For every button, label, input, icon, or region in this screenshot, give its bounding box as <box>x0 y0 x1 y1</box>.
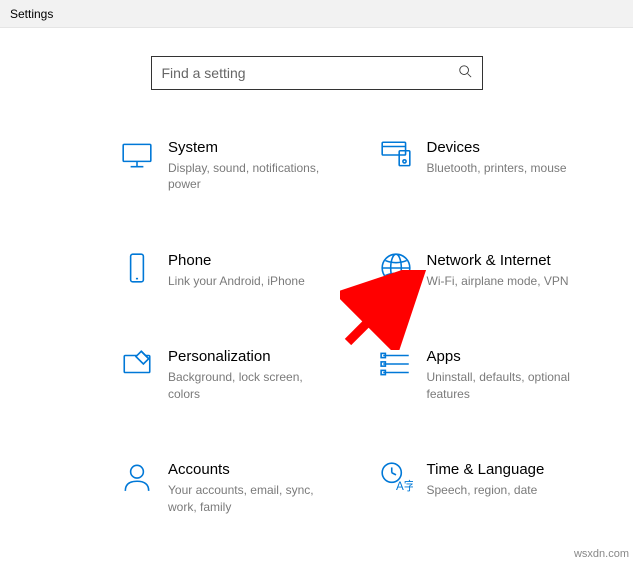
category-title: System <box>168 138 328 158</box>
category-desc: Display, sound, notifications, power <box>168 160 328 194</box>
category-title: Network & Internet <box>427 251 569 271</box>
system-icon <box>120 138 154 172</box>
category-text: Apps Uninstall, defaults, optional featu… <box>427 347 587 402</box>
category-desc: Uninstall, defaults, optional features <box>427 369 587 403</box>
search-container <box>0 56 633 90</box>
category-title: Phone <box>168 251 305 271</box>
devices-icon <box>379 138 413 172</box>
category-devices[interactable]: Devices Bluetooth, printers, mouse <box>379 138 598 193</box>
category-title: Accounts <box>168 460 328 480</box>
category-desc: Bluetooth, printers, mouse <box>427 160 567 177</box>
category-accounts[interactable]: Accounts Your accounts, email, sync, wor… <box>120 460 339 515</box>
search-icon <box>448 64 482 83</box>
personalization-icon <box>120 347 154 381</box>
svg-text:A字: A字 <box>396 479 413 493</box>
search-box[interactable] <box>151 56 483 90</box>
category-text: Phone Link your Android, iPhone <box>168 251 305 289</box>
category-title: Devices <box>427 138 567 158</box>
category-system[interactable]: System Display, sound, notifications, po… <box>120 138 339 193</box>
category-text: Accounts Your accounts, email, sync, wor… <box>168 460 328 515</box>
globe-icon <box>379 251 413 285</box>
category-text: Network & Internet Wi-Fi, airplane mode,… <box>427 251 569 289</box>
category-text: Time & Language Speech, region, date <box>427 460 545 515</box>
categories-grid: System Display, sound, notifications, po… <box>0 138 633 516</box>
category-desc: Your accounts, email, sync, work, family <box>168 482 328 516</box>
category-network[interactable]: Network & Internet Wi-Fi, airplane mode,… <box>379 251 598 289</box>
category-apps[interactable]: Apps Uninstall, defaults, optional featu… <box>379 347 598 402</box>
category-desc: Speech, region, date <box>427 482 545 499</box>
category-text: System Display, sound, notifications, po… <box>168 138 328 193</box>
category-text: Devices Bluetooth, printers, mouse <box>427 138 567 193</box>
category-phone[interactable]: Phone Link your Android, iPhone <box>120 251 339 289</box>
category-personalization[interactable]: Personalization Background, lock screen,… <box>120 347 339 402</box>
category-text: Personalization Background, lock screen,… <box>168 347 328 402</box>
title-bar: Settings <box>0 0 633 28</box>
category-title: Personalization <box>168 347 328 367</box>
category-time[interactable]: A字 Time & Language Speech, region, date <box>379 460 598 515</box>
apps-icon <box>379 347 413 381</box>
watermark: wsxdn.com <box>574 548 629 560</box>
category-title: Apps <box>427 347 587 367</box>
search-input[interactable] <box>152 65 448 81</box>
category-desc: Wi-Fi, airplane mode, VPN <box>427 273 569 290</box>
category-title: Time & Language <box>427 460 545 480</box>
category-desc: Link your Android, iPhone <box>168 273 305 290</box>
category-desc: Background, lock screen, colors <box>168 369 328 403</box>
accounts-icon <box>120 460 154 494</box>
time-language-icon: A字 <box>379 460 413 494</box>
window-title: Settings <box>10 7 53 21</box>
phone-icon <box>120 251 154 285</box>
